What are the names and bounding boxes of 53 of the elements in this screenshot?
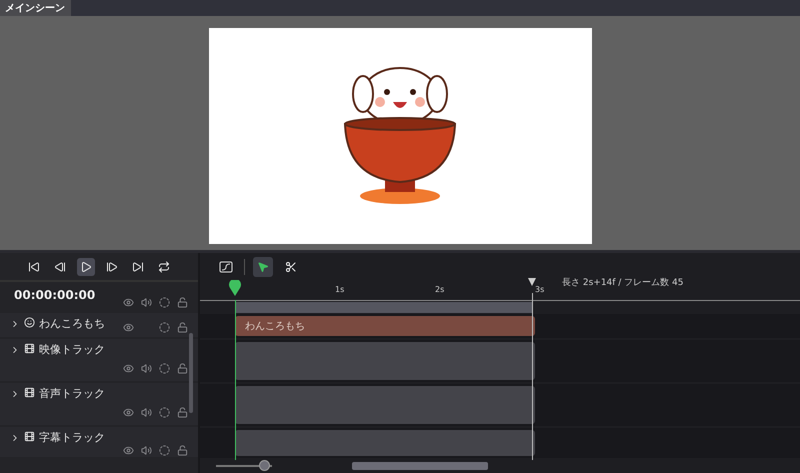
timecode: 00:00:00:00 [14, 288, 96, 302]
eye-icon[interactable] [122, 444, 134, 456]
scrollbar[interactable] [189, 333, 193, 413]
scene-tab[interactable]: メインシーン [0, 0, 71, 16]
eye-icon[interactable] [122, 322, 134, 332]
clip[interactable] [235, 342, 535, 380]
unlock-icon[interactable] [176, 322, 188, 332]
step-back-icon [54, 260, 66, 272]
time-ruler[interactable]: 1s 2s 3s 長さ 2s+14f / フレーム数 45 [200, 280, 800, 301]
clip-label: わんころもち [245, 320, 305, 333]
speaker-icon[interactable] [140, 362, 152, 374]
film-icon [24, 343, 35, 354]
unlock-icon[interactable] [176, 297, 188, 308]
playhead-icon[interactable] [229, 280, 241, 296]
pointer-tool[interactable] [253, 256, 273, 276]
skip-to-start-icon [28, 260, 40, 272]
dashed-circle-icon[interactable] [158, 444, 170, 456]
speaker-icon[interactable] [140, 406, 152, 418]
scrollbar[interactable] [352, 462, 488, 470]
film-icon [24, 431, 35, 442]
curve-icon [219, 260, 233, 272]
speaker-icon[interactable] [140, 297, 152, 308]
scissors-icon [285, 260, 297, 272]
ruler-label: 3s [535, 285, 544, 294]
dashed-circle-icon[interactable] [158, 362, 170, 374]
clip[interactable] [235, 430, 535, 456]
speaker-icon[interactable] [140, 444, 152, 456]
clip[interactable] [235, 316, 535, 336]
ruler-label: 2s [435, 285, 444, 294]
end-marker-icon[interactable] [528, 278, 536, 286]
step-forward-icon [106, 260, 118, 272]
play-button[interactable] [77, 258, 95, 276]
track-name: 映像トラック [39, 343, 105, 357]
track-name: わんころもち [39, 317, 105, 331]
face-icon [24, 317, 35, 328]
unlock-icon[interactable] [176, 362, 188, 374]
dashed-circle-icon[interactable] [158, 406, 170, 418]
loop-icon [158, 260, 170, 272]
unlock-icon[interactable] [176, 444, 188, 456]
film-icon [24, 387, 35, 398]
track-name: 音声トラック [39, 387, 105, 401]
track-name: 字幕トラック [39, 431, 105, 445]
skip-to-end-icon [132, 260, 144, 272]
eye-icon[interactable] [122, 297, 134, 308]
clip[interactable] [235, 386, 535, 424]
eye-icon[interactable] [122, 406, 134, 418]
eye-icon[interactable] [122, 362, 134, 374]
dashed-circle-icon[interactable] [158, 297, 170, 308]
play-icon [80, 260, 92, 272]
dashed-circle-icon[interactable] [158, 322, 170, 332]
ruler-label: 1s [335, 285, 344, 294]
pointer-icon [257, 260, 269, 272]
unlock-icon[interactable] [176, 406, 188, 418]
